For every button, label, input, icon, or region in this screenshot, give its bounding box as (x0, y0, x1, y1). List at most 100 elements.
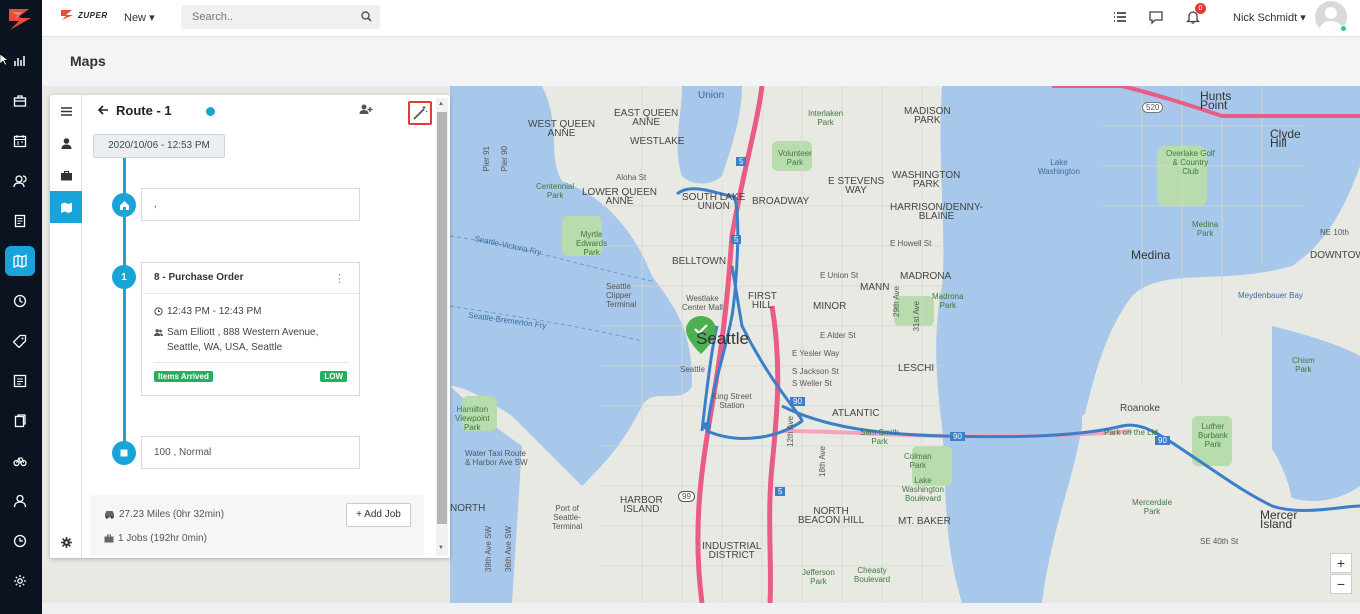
top-bar: ZUPER New ▾ 0 Nick Schmidt ▾ (42, 0, 1360, 37)
user-name: Nick Schmidt (1233, 12, 1298, 24)
map-label-12th-ave: 12th Ave (786, 416, 795, 447)
users-icon[interactable] (5, 486, 35, 516)
map-label-chism: Chism Park (1292, 356, 1315, 374)
panel-settings-icon[interactable] (50, 526, 82, 558)
map-label-first-hill: FIRST HILL (748, 291, 777, 311)
contracts-icon[interactable] (5, 406, 35, 436)
zuper-logo[interactable] (6, 6, 34, 32)
route-header: Route - 1 (82, 95, 450, 126)
notification-badge: 0 (1195, 3, 1206, 14)
home-icon (119, 200, 129, 210)
chat-icon[interactable] (1148, 9, 1164, 25)
route-date-button[interactable]: 2020/10/06 - 12:53 PM (93, 134, 225, 158)
map-tab-icon[interactable] (50, 191, 82, 223)
distance-row: 27.23 Miles (0hr 32min) (104, 509, 224, 520)
map-label-e-stevens: E STEVENS WAY (828, 176, 885, 196)
settings-icon[interactable] (5, 566, 35, 596)
map-label-volunteer-park: Volunteer Park (778, 149, 812, 167)
map-label-cheasty: Cheasty Boulevard (854, 566, 891, 584)
map-label-westlake: WESTLAKE (630, 136, 685, 147)
hwy-90-shield-b: 90 (950, 432, 965, 441)
map-label-36th-ave: 36th Ave SW (504, 526, 513, 573)
map-label-king-street: King Street Station (712, 392, 752, 410)
map-label-sam-smith: Sam Smith Park (860, 428, 900, 446)
mouse-cursor-icon (0, 54, 8, 66)
job-address-line-2: Seattle, WA, USA, Seattle (167, 342, 283, 353)
start-stop-box[interactable]: , (141, 188, 360, 221)
invoice-icon[interactable] (5, 206, 35, 236)
jobs-row: 1 Jobs (192hr 0min) (104, 533, 207, 544)
map-label-south-lake-union: SOUTH LAKE UNION (682, 192, 746, 212)
hwy-5-shield-b: 5 (731, 235, 742, 244)
clock-icon[interactable] (5, 286, 35, 316)
dispatch-icon[interactable] (5, 86, 35, 116)
map-label-mann: MANN (860, 282, 890, 293)
map-label-broadway: BROADWAY (752, 196, 810, 207)
divider (142, 293, 359, 294)
panel-scrollbar[interactable]: ▲ ▼ (436, 98, 448, 556)
briefcase-icon[interactable] (50, 159, 82, 191)
scroll-up-icon[interactable]: ▲ (438, 101, 444, 107)
map-label-pier-90: Pier 90 (500, 146, 509, 172)
support-icon[interactable] (5, 526, 35, 556)
map-label-jefferson-park: Jefferson Park (802, 568, 835, 586)
map-label-centennial: Centennial Park (536, 182, 575, 200)
route-jobs: 1 Jobs (192hr 0min) (118, 533, 207, 544)
reports-icon[interactable] (5, 366, 35, 396)
clock-icon (154, 307, 163, 316)
job-more-icon[interactable]: ⋮ (334, 272, 345, 285)
user-icon[interactable] (50, 127, 82, 159)
map-label-hamilton: Hamilton Viewpoint Park (455, 405, 490, 432)
map-label-industrial: INDUSTRIAL DISTRICT (702, 541, 762, 561)
brand-logo[interactable]: ZUPER (60, 9, 108, 21)
calendar-icon[interactable] (5, 126, 35, 156)
end-node (112, 441, 136, 465)
map-label-31st-ave: 31st Ave (912, 301, 921, 332)
briefcase-icon (104, 534, 114, 543)
job-card[interactable]: 8 - Purchase Order ⋮ 12:43 PM - 12:43 PM… (141, 262, 360, 396)
map-label-lake-washington: Lake Washington (1038, 158, 1080, 176)
map-label-union: Union (698, 90, 725, 101)
menu-icon[interactable] (50, 95, 82, 127)
map-label-washington-park: WASHINGTON PARK (892, 170, 961, 190)
search-box[interactable] (181, 5, 380, 29)
tag-icon[interactable] (5, 326, 35, 356)
map-label-leschi: LESCHI (898, 363, 935, 374)
map-label-clipper: Seattle Clipper Terminal (606, 282, 637, 309)
zoom-in-button[interactable]: + (1330, 553, 1352, 573)
scrollbar-thumb[interactable] (437, 112, 447, 524)
online-status-dot (1340, 25, 1347, 32)
magic-wand-icon[interactable] (412, 105, 428, 121)
map-label-e-yesler: E Yesler Way (792, 349, 840, 358)
map-label-atlantic: ATLANTIC (832, 408, 880, 419)
job-time: 12:43 PM - 12:43 PM (167, 306, 262, 317)
map-label-downtown: DOWNTOWN (1310, 250, 1360, 261)
analytics-icon[interactable] (5, 46, 35, 76)
hwy-520-shield: 520 (1142, 102, 1164, 113)
route-title: Route - 1 (116, 103, 172, 118)
new-menu[interactable]: New ▾ (124, 11, 155, 24)
list-icon[interactable] (1112, 9, 1128, 25)
scroll-down-icon[interactable]: ▼ (438, 545, 444, 551)
zoom-out-button[interactable]: − (1330, 574, 1352, 594)
search-icon[interactable] (361, 11, 372, 22)
assets-icon[interactable] (5, 446, 35, 476)
hwy-90-shield-a: 90 (790, 397, 805, 406)
back-arrow-icon[interactable] (97, 104, 109, 116)
map-label-clyde-hill: Clyde Hill (1270, 127, 1301, 150)
map-label-seattle-small: Seattle (680, 365, 705, 374)
map-label-overlake: Overlake Golf & Country Club (1166, 149, 1215, 176)
new-menu-label: New (124, 12, 147, 24)
map-label-hunts-point: Hunts Point (1200, 89, 1232, 112)
map-label-luther-burbank: Luther Burbank Park (1198, 422, 1228, 449)
search-input[interactable] (181, 5, 351, 29)
job-address-line-1: Sam Elliott , 888 Western Avenue, (167, 327, 319, 338)
customers-icon[interactable] (5, 166, 35, 196)
maps-icon[interactable] (5, 246, 35, 276)
map-label-medina: Medina (1131, 248, 1171, 262)
assign-user-icon[interactable] (358, 102, 374, 118)
start-node (112, 193, 136, 217)
user-menu[interactable]: Nick Schmidt ▾ (1233, 11, 1306, 24)
end-stop-box[interactable]: 100 , Normal (141, 436, 360, 469)
add-job-button[interactable]: + Add Job (346, 503, 411, 527)
